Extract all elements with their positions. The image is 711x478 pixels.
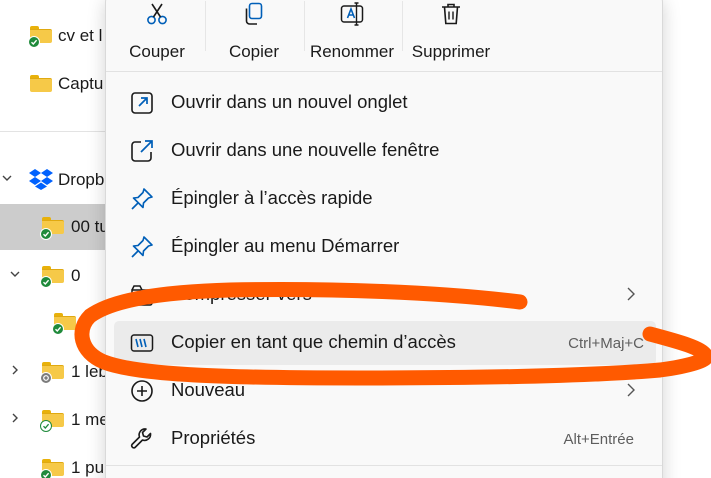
- zip-icon: [129, 282, 155, 308]
- divider: [205, 1, 206, 51]
- delete-label: Supprimer: [411, 42, 491, 61]
- nav-item-label: Captu: [58, 74, 104, 93]
- menu-item-new[interactable]: Nouveau: [114, 369, 656, 413]
- plus-circle-icon: [129, 378, 155, 404]
- synced-check-icon: [28, 36, 40, 48]
- context-menu: Couper Copier Renommer Supprimer Ouvrir …: [105, 0, 663, 478]
- nav-item-label: 0: [71, 266, 81, 285]
- synced-check-icon: [52, 323, 64, 335]
- menu-item-compress[interactable]: Compresser vers: [114, 273, 656, 317]
- nav-item-label: cv et l: [58, 26, 103, 45]
- shortcut-text: Ctrl+Maj+C: [568, 335, 644, 352]
- menu-item-label: Propriétés: [171, 427, 256, 448]
- folder-icon: [30, 75, 52, 92]
- dropbox-icon: [29, 168, 53, 195]
- menu-item-pin-quick-access[interactable]: Épingler à l’accès rapide: [114, 177, 656, 221]
- copy-button[interactable]: Copier: [218, 1, 290, 65]
- nav-item-label: 00 tu: [71, 217, 109, 236]
- chevron-right-icon: [622, 285, 640, 303]
- menu-item-label: Ouvrir dans un nouvel onglet: [171, 91, 408, 112]
- menu-item-properties[interactable]: Propriétés Alt+Entrée: [114, 417, 656, 461]
- synced-check-icon: [40, 469, 52, 478]
- pin-icon: [129, 186, 155, 212]
- new-tab-icon: [129, 90, 155, 116]
- cut-label: Couper: [129, 42, 185, 61]
- chevron-down-icon[interactable]: [0, 171, 17, 187]
- menu-item-label: Épingler à l’accès rapide: [171, 187, 373, 208]
- rename-icon: [339, 1, 365, 32]
- nav-item-label: 1 leb: [71, 362, 108, 381]
- syncing-icon: [40, 372, 52, 384]
- trash-icon: [438, 1, 464, 32]
- menu-item-pin-start[interactable]: Épingler au menu Démarrer: [114, 225, 656, 269]
- chevron-right-icon[interactable]: [5, 363, 25, 379]
- nav-item-label: 1 me: [71, 410, 109, 429]
- synced-outline-icon: [40, 420, 52, 432]
- synced-check-icon: [40, 276, 52, 288]
- synced-check-icon: [40, 228, 52, 240]
- rename-button[interactable]: Renommer: [309, 1, 395, 65]
- chevron-down-icon[interactable]: [5, 267, 25, 283]
- copy-icon: [241, 1, 267, 32]
- menu-item-label: Épingler au menu Démarrer: [171, 235, 400, 256]
- nav-item-label: Dropb: [58, 170, 105, 189]
- copy-label: Copier: [228, 42, 280, 61]
- menu-item-label: Copier en tant que chemin d’accès: [171, 331, 456, 352]
- wrench-icon: [129, 426, 155, 452]
- menu-item-label: Nouveau: [171, 379, 246, 400]
- chevron-right-icon[interactable]: [5, 411, 25, 427]
- menu-item-label: Ouvrir dans une nouvelle fenêtre: [171, 139, 440, 160]
- pin-icon: [129, 234, 155, 260]
- shortcut-text: Alt+Entrée: [563, 431, 634, 448]
- menu-item-copy-as-path[interactable]: Copier en tant que chemin d’accès Ctrl+M…: [114, 321, 656, 365]
- new-window-icon: [129, 138, 155, 164]
- rename-label: Renommer: [309, 42, 395, 61]
- menu-item-open-new-window[interactable]: Ouvrir dans une nouvelle fenêtre: [114, 129, 656, 173]
- copy-path-icon: [129, 330, 155, 356]
- divider: [402, 1, 403, 51]
- delete-button[interactable]: Supprimer: [406, 1, 496, 65]
- divider: [304, 1, 305, 51]
- chevron-right-icon: [622, 381, 640, 399]
- quick-action-bar: Couper Copier Renommer Supprimer: [106, 0, 662, 72]
- scissors-icon: [144, 1, 170, 32]
- cut-button[interactable]: Couper: [124, 1, 190, 65]
- menu-item-open-new-tab[interactable]: Ouvrir dans un nouvel onglet: [114, 81, 656, 125]
- nav-item-label: 1 pu: [71, 458, 105, 477]
- menu-item-label: Compresser vers: [171, 283, 312, 304]
- divider: [106, 465, 662, 466]
